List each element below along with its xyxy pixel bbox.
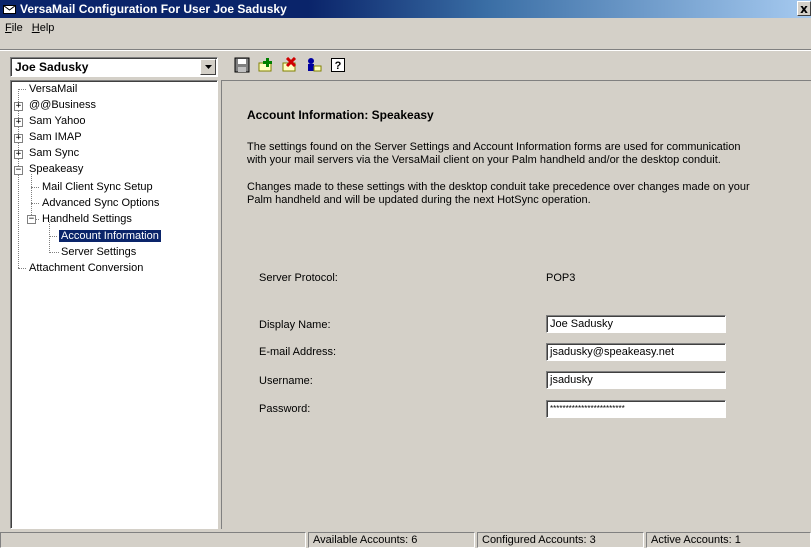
tree-item-versamail[interactable]: VersaMail xyxy=(27,82,79,96)
menu-bar: File Help xyxy=(0,19,811,36)
close-icon: x xyxy=(800,1,808,16)
email-label: E-mail Address: xyxy=(259,346,337,358)
user-dropdown-value: Joe Sadusky xyxy=(15,60,89,74)
expand-icon[interactable]: + xyxy=(14,134,23,143)
tree-item-mail-client-sync-setup[interactable]: Mail Client Sync Setup xyxy=(40,180,155,194)
description-paragraph-1: The settings found on the Server Setting… xyxy=(247,141,777,167)
password-label: Password: xyxy=(259,403,311,415)
tree-item-server-settings[interactable]: Server Settings xyxy=(59,245,138,259)
tree-line xyxy=(49,222,50,253)
description-line: with your mail servers via the VersaMail… xyxy=(247,154,721,166)
username-field[interactable]: jsadusky xyxy=(546,371,726,389)
tree-line xyxy=(18,268,26,269)
password-field[interactable]: ************************ xyxy=(546,400,726,418)
dropdown-arrow-button[interactable] xyxy=(200,59,216,75)
tree-item-attachment-conversion[interactable]: Attachment Conversion xyxy=(27,261,145,275)
toolbar: ? xyxy=(230,54,350,76)
menu-help[interactable]: Help xyxy=(32,22,55,34)
description-paragraph-2: Changes made to these settings with the … xyxy=(247,181,777,207)
delete-account-button[interactable] xyxy=(278,54,301,76)
display-name-label: Display Name: xyxy=(259,319,331,331)
add-account-button[interactable] xyxy=(254,54,277,76)
save-button[interactable] xyxy=(230,54,253,76)
tree-item-sam-yahoo[interactable]: Sam Yahoo xyxy=(27,114,87,128)
account-tree[interactable]: VersaMail + @@Business + Sam Yahoo + Sam… xyxy=(10,80,218,529)
expand-icon[interactable]: + xyxy=(14,102,23,111)
configured-accounts-status: Configured Accounts: 3 xyxy=(477,532,644,548)
tree-line xyxy=(18,89,26,90)
description-line: The settings found on the Server Setting… xyxy=(247,141,741,153)
tree-line xyxy=(49,252,59,253)
account-info-panel: Account Information: Speakeasy The setti… xyxy=(221,80,811,529)
server-protocol-value: POP3 xyxy=(546,272,576,284)
collapse-icon[interactable]: − xyxy=(14,166,23,175)
tree-item-advanced-sync-options[interactable]: Advanced Sync Options xyxy=(40,196,161,210)
active-accounts-status: Active Accounts: 1 xyxy=(646,532,811,548)
chevron-down-icon xyxy=(204,65,212,69)
title-bar: VersaMail Configuration For User Joe Sad… xyxy=(0,0,811,18)
collapse-icon[interactable]: − xyxy=(27,215,36,224)
delete-account-icon xyxy=(282,57,296,72)
help-icon: ? xyxy=(330,58,345,72)
tree-line xyxy=(31,187,39,188)
tree-item-handheld-settings[interactable]: Handheld Settings xyxy=(40,212,134,226)
page-title: Account Information: Speakeasy xyxy=(247,108,434,122)
add-account-icon xyxy=(258,58,272,72)
tree-line xyxy=(49,236,59,237)
envelope-icon xyxy=(3,5,16,14)
user-settings-button[interactable] xyxy=(302,54,325,76)
email-field[interactable]: jsadusky@speakeasy.net xyxy=(546,343,726,361)
server-protocol-label: Server Protocol: xyxy=(259,272,338,284)
user-settings-icon xyxy=(307,58,321,72)
user-dropdown[interactable]: Joe Sadusky xyxy=(10,57,218,77)
tree-item-business[interactable]: @@Business xyxy=(27,98,98,112)
close-button[interactable]: x xyxy=(797,1,811,16)
status-bar: Available Accounts: 6 Configured Account… xyxy=(0,531,811,548)
display-name-field[interactable]: Joe Sadusky xyxy=(546,315,726,333)
save-icon xyxy=(234,57,249,73)
tree-item-sam-sync[interactable]: Sam Sync xyxy=(27,146,81,160)
available-accounts-status: Available Accounts: 6 xyxy=(308,532,475,548)
tree-line xyxy=(18,89,19,268)
username-label: Username: xyxy=(259,375,313,387)
expand-icon[interactable]: + xyxy=(14,150,23,159)
menu-file[interactable]: File xyxy=(5,22,23,34)
tree-line xyxy=(31,203,39,204)
window-title: VersaMail Configuration For User Joe Sad… xyxy=(20,2,287,16)
expand-icon[interactable]: + xyxy=(14,118,23,127)
description-line: Changes made to these settings with the … xyxy=(247,181,750,193)
tree-item-account-information[interactable]: Account Information xyxy=(58,229,162,243)
tree-item-speakeasy[interactable]: Speakeasy xyxy=(27,162,85,176)
svg-text:?: ? xyxy=(334,60,341,72)
tree-item-sam-imap[interactable]: Sam IMAP xyxy=(27,130,84,144)
description-line: Palm handheld and will be updated during… xyxy=(247,194,591,206)
status-cell-empty xyxy=(0,532,306,548)
help-button[interactable]: ? xyxy=(326,54,349,76)
divider xyxy=(0,49,811,51)
